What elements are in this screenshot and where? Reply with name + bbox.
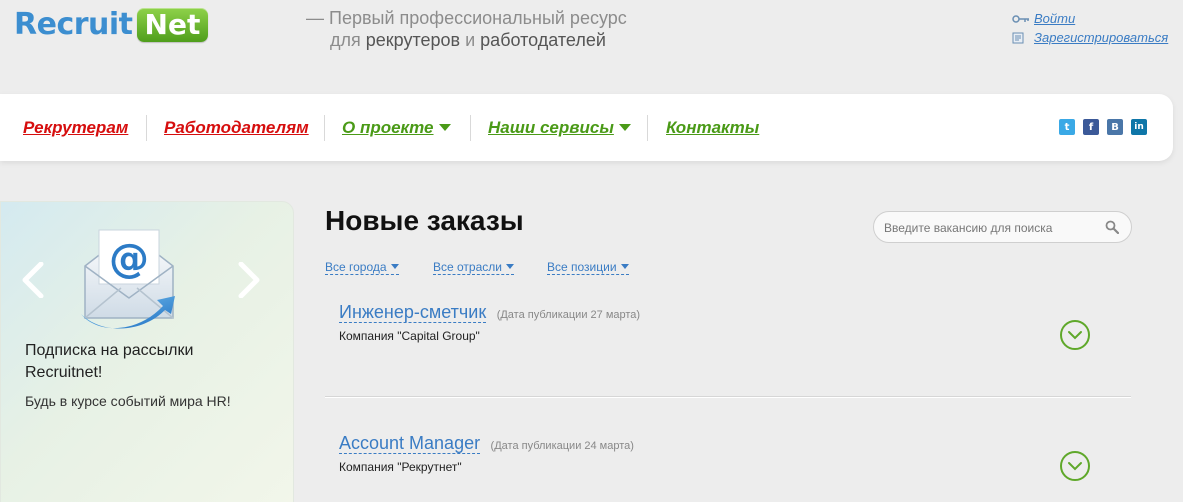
- chevron-down-icon: [1068, 331, 1082, 340]
- job-date: (Дата публикации 24 марта): [490, 440, 634, 452]
- tagline-line1: — Первый профессиональный ресурс: [306, 8, 627, 28]
- nav-separator: [647, 115, 648, 141]
- login-link[interactable]: Войти: [1034, 11, 1075, 26]
- job-divider: [325, 396, 1131, 397]
- job-item: Инженер-сметчик (Дата публикации 27 март…: [339, 302, 1139, 343]
- auth-links: Войти Зарегистрироваться: [1012, 9, 1168, 47]
- nav-item-label: О проекте: [342, 118, 434, 137]
- nav-item-recruiters[interactable]: Рекрутерам: [23, 118, 128, 138]
- nav-separator: [470, 115, 471, 141]
- nav-separator: [146, 115, 147, 141]
- nav-item-services[interactable]: Наши сервисы: [488, 118, 631, 138]
- site-tagline: — Первый профессиональный ресурс для рек…: [306, 7, 627, 51]
- filter-positions[interactable]: Все позиции: [547, 260, 629, 275]
- nav-item-label: Наши сервисы: [488, 118, 614, 137]
- tagline-line2: для рекрутеров и работодателей: [306, 29, 627, 51]
- caret-down-icon: [390, 264, 399, 269]
- caret-down-icon: [620, 264, 629, 269]
- email-envelope-icon: @: [77, 222, 181, 339]
- nav-separator: [324, 115, 325, 141]
- twitter-icon[interactable]: t: [1059, 119, 1075, 135]
- filter-label: Все отрасли: [433, 260, 502, 274]
- job-item: Account Manager (Дата публикации 24 март…: [339, 433, 1139, 474]
- search-input[interactable]: [884, 218, 1094, 238]
- tagline-recruiters: рекрутеров: [365, 30, 461, 50]
- vacancy-search: [873, 211, 1132, 243]
- chevron-down-icon: [1068, 462, 1082, 471]
- nav-item-about[interactable]: О проекте: [342, 118, 451, 138]
- tagline-for: для: [330, 30, 366, 50]
- filter-label: Все позиции: [547, 260, 617, 274]
- register-form-icon: [1012, 32, 1034, 44]
- page-title: Новые заказы: [325, 205, 524, 236]
- key-icon: [1012, 14, 1034, 24]
- nav-item-label: Контакты: [666, 118, 760, 137]
- vk-icon[interactable]: B: [1107, 119, 1123, 135]
- filter-label: Все города: [325, 260, 387, 274]
- caret-down-icon: [505, 264, 514, 269]
- chevron-left-icon[interactable]: [21, 261, 45, 303]
- filter-industries[interactable]: Все отрасли: [433, 260, 514, 275]
- job-title-link[interactable]: Account Manager: [339, 433, 481, 454]
- nav-item-label: Работодателям: [164, 118, 309, 137]
- tagline-and: и: [460, 30, 481, 50]
- nav-item-employers[interactable]: Работодателям: [164, 118, 309, 138]
- nav-item-contacts[interactable]: Контакты: [666, 118, 759, 138]
- logo-recruit-text: Recruit: [14, 7, 133, 42]
- filter-cities[interactable]: Все города: [325, 260, 399, 275]
- chevron-right-icon[interactable]: [237, 261, 261, 303]
- logo-net-badge: Net: [136, 8, 209, 42]
- job-title-link[interactable]: Инженер-сметчик: [339, 302, 487, 323]
- expand-job-button[interactable]: [1060, 451, 1090, 481]
- search-icon[interactable]: [1105, 220, 1120, 239]
- expand-job-button[interactable]: [1060, 320, 1090, 350]
- job-date: (Дата публикации 27 марта): [496, 309, 641, 321]
- facebook-icon[interactable]: f: [1083, 119, 1099, 135]
- caret-down-icon: [618, 124, 631, 131]
- svg-text:@: @: [109, 236, 149, 282]
- promo-title: Подписка на рассылки Recruitnet!: [25, 342, 194, 381]
- promo-subtitle: Будь в курсе событий мира HR!: [25, 393, 231, 409]
- job-company: Компания "Рекрутнет": [339, 460, 462, 474]
- tagline-employers: работодателей: [480, 30, 606, 50]
- subscription-promo-panel: @ Подписка на рассылки Recruitnet! Будь …: [0, 201, 294, 502]
- main-nav: Рекрутерам Работодателям О проекте Наши …: [0, 94, 1173, 161]
- site-logo[interactable]: Recruit Net: [14, 6, 209, 44]
- nav-item-label: Рекрутерам: [23, 118, 129, 137]
- job-company: Компания "Capital Group": [339, 329, 480, 343]
- register-link[interactable]: Зарегистрироваться: [1034, 30, 1168, 45]
- linkedin-icon[interactable]: in: [1131, 119, 1147, 135]
- caret-down-icon: [438, 124, 451, 131]
